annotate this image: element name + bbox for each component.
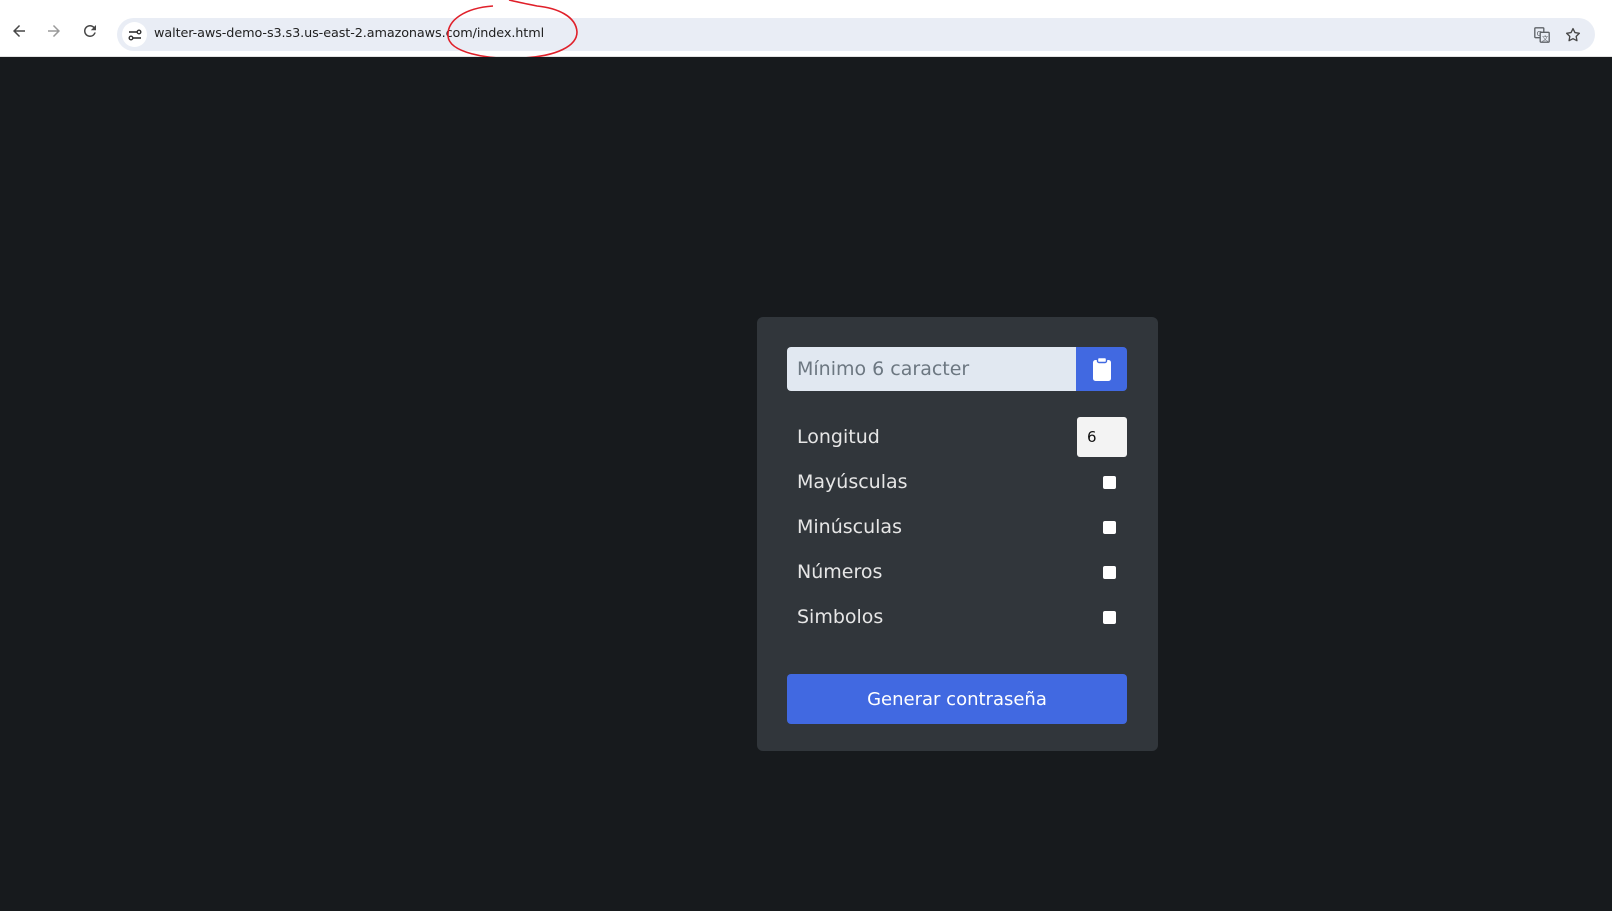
uppercase-label: Mayúsculas (797, 471, 908, 493)
option-row-numbers: Números (797, 552, 1127, 592)
option-row-symbols: Simbolos (797, 597, 1127, 637)
svg-text:文: 文 (1542, 33, 1549, 42)
numbers-checkbox[interactable] (1103, 565, 1116, 579)
bookmark-button[interactable] (1561, 23, 1585, 47)
length-label: Longitud (797, 426, 880, 448)
password-generator-card: Longitud Mayúsculas Minúsculas Números S… (757, 317, 1158, 751)
url-text: walter-aws-demo-s3.s3.us-east-2.amazonaw… (154, 26, 545, 41)
address-bar[interactable]: walter-aws-demo-s3.s3.us-east-2.amazonaw… (117, 18, 1595, 51)
clipboard-icon (1092, 356, 1111, 381)
option-row-uppercase: Mayúsculas (797, 462, 1127, 502)
tune-icon (128, 29, 141, 40)
length-row: Longitud (797, 417, 1127, 457)
copy-button[interactable] (1076, 347, 1127, 391)
lowercase-label: Minúsculas (797, 516, 902, 538)
length-input[interactable] (1077, 417, 1127, 457)
generate-password-button[interactable]: Generar contraseña (787, 674, 1127, 724)
site-info-button[interactable] (122, 22, 147, 47)
translate-icon: G 文 (1534, 27, 1550, 43)
numbers-label: Números (797, 561, 883, 583)
uppercase-checkbox[interactable] (1103, 475, 1116, 489)
reload-icon (84, 25, 96, 37)
reload-button[interactable] (76, 17, 104, 45)
translate-button[interactable]: G 文 (1530, 23, 1554, 47)
forward-button[interactable] (40, 17, 68, 45)
symbols-label: Simbolos (797, 606, 884, 628)
password-output-row (787, 347, 1127, 391)
symbols-checkbox[interactable] (1103, 610, 1116, 624)
password-input[interactable] (787, 347, 1076, 391)
star-icon (1565, 27, 1581, 42)
lowercase-checkbox[interactable] (1103, 520, 1116, 534)
option-row-lowercase: Minúsculas (797, 507, 1127, 547)
page-body: Longitud Mayúsculas Minúsculas Números S… (0, 57, 1612, 911)
browser-toolbar: walter-aws-demo-s3.s3.us-east-2.amazonaw… (0, 0, 1612, 60)
back-arrow-icon (13, 25, 25, 37)
back-button[interactable] (5, 17, 33, 45)
forward-arrow-icon (48, 25, 60, 37)
